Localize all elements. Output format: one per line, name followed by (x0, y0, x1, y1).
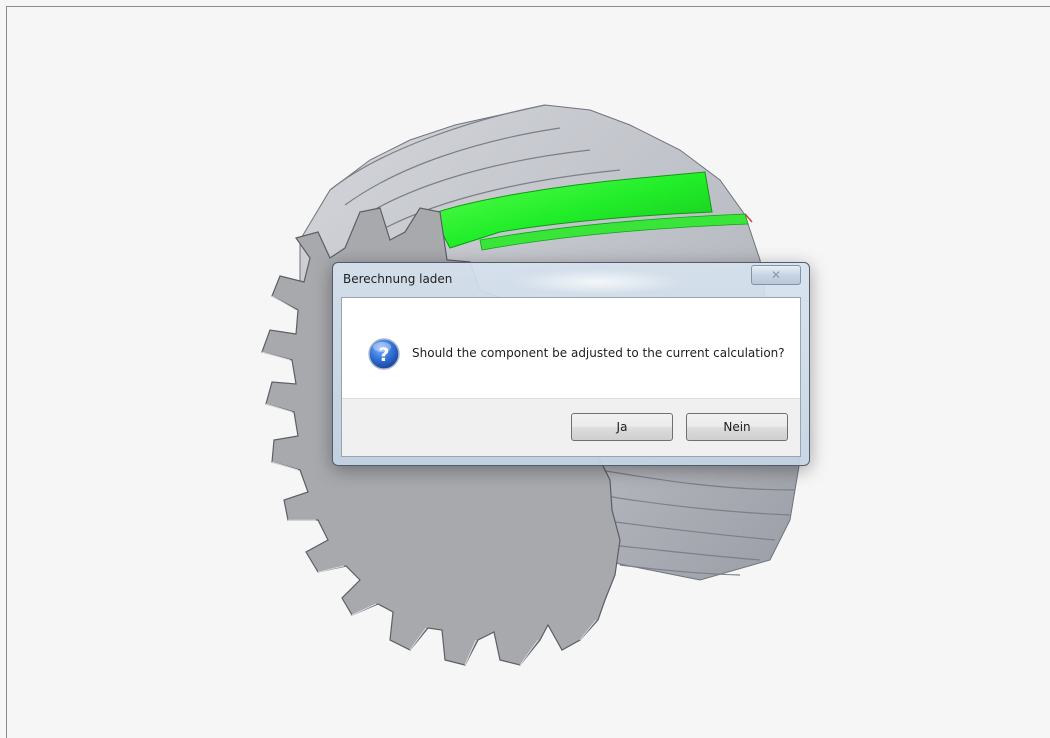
yes-button[interactable]: Ja (571, 413, 673, 441)
no-button[interactable]: Nein (686, 413, 788, 441)
dialog-content: ? Should the component be adjusted to th… (341, 297, 801, 457)
load-calculation-dialog: Berechnung laden ✕ ? Should the componen… (332, 262, 810, 466)
message-area: ? Should the component be adjusted to th… (342, 298, 800, 400)
3d-viewport[interactable]: Berechnung laden ✕ ? Should the componen… (0, 0, 1050, 738)
dialog-titlebar[interactable]: Berechnung laden ✕ (333, 263, 809, 297)
close-icon: ✕ (770, 268, 782, 282)
question-icon: ? (368, 338, 400, 370)
dialog-button-bar: Ja Nein (342, 398, 800, 456)
close-button[interactable]: ✕ (751, 265, 801, 285)
dialog-message: Should the component be adjusted to the … (412, 346, 785, 360)
svg-text:?: ? (378, 344, 389, 366)
dialog-title: Berechnung laden (343, 272, 453, 286)
